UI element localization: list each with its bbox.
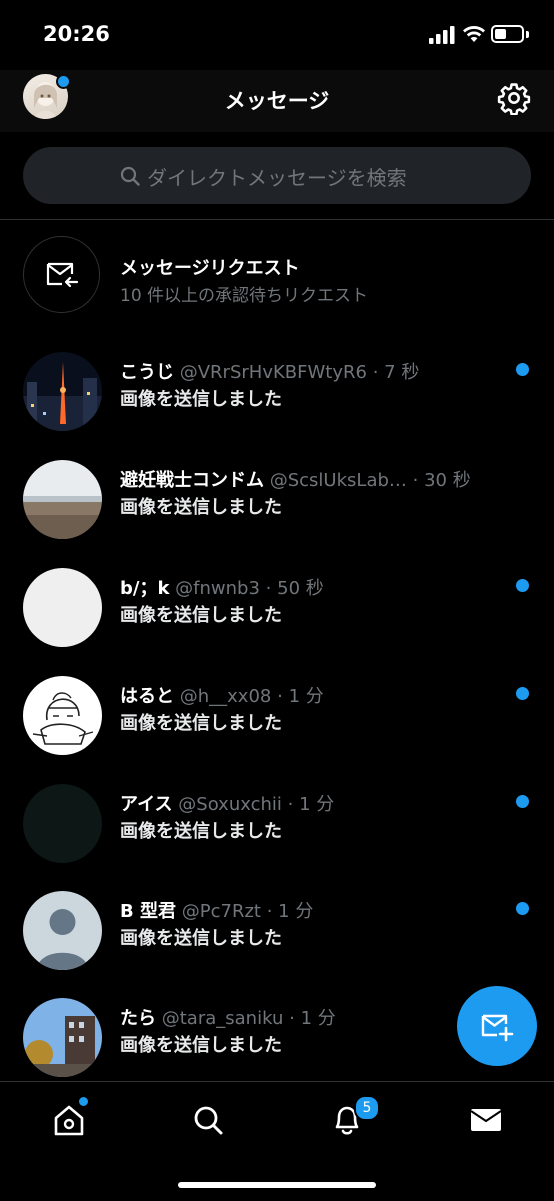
separator-dot: ·	[265, 578, 272, 599]
conversation-avatar	[23, 998, 102, 1077]
conversation-handle: @h__xx08	[179, 686, 272, 707]
envelope-arrow-icon	[46, 262, 79, 288]
conversation-avatar	[23, 460, 102, 539]
separator-dot: ·	[266, 901, 273, 922]
conversation-name: こうじ	[120, 362, 174, 383]
conversation-header: たら @tara_saniku · 1 分	[120, 1004, 510, 1030]
default-avatar-icon	[23, 891, 102, 970]
status-time: 20:26	[43, 22, 110, 46]
conversation-row[interactable]: こうじ @VRrSrHvKBFWtyR6 · 7 秒 画像を送信しました	[0, 352, 554, 460]
conversation-header: はると @h__xx08 · 1 分	[120, 682, 510, 708]
unread-dot	[516, 795, 529, 808]
conversation-row[interactable]: B 型君 @Pc7Rzt · 1 分 画像を送信しました	[0, 891, 554, 999]
separator-dot: ·	[372, 362, 379, 383]
separator-dot: ·	[287, 794, 294, 815]
conversation-avatar	[23, 676, 102, 755]
conversation-header: B 型君 @Pc7Rzt · 1 分	[120, 897, 510, 923]
separator-dot: ·	[277, 686, 283, 707]
top-app-bar: メッセージ	[0, 70, 554, 132]
notification-count-badge: 5	[354, 1095, 380, 1121]
gear-icon[interactable]	[497, 81, 531, 115]
conversation-avatar	[23, 784, 102, 863]
search-icon	[120, 166, 140, 186]
new-message-button[interactable]	[457, 986, 537, 1066]
conversation-avatar	[23, 568, 102, 647]
unread-dot	[516, 579, 529, 592]
conversation-name: たら	[120, 1008, 156, 1029]
conversation-time: 1 分	[299, 794, 335, 815]
search-field[interactable]: ダイレクトメッセージを検索	[23, 147, 531, 204]
conversation-header: こうじ @VRrSrHvKBFWtyR6 · 7 秒	[120, 358, 510, 384]
conversation-name: b/；k	[120, 578, 170, 599]
unread-dot	[516, 687, 529, 700]
conversation-handle: @fnwnb3	[175, 578, 260, 599]
conversation-row[interactable]: 避妊戦士コンドム @ScslUksLab… · 30 秒 画像を送信しました	[0, 460, 554, 568]
conversation-preview: 画像を送信しました	[120, 1035, 282, 1056]
battery-icon	[491, 25, 524, 43]
nav-search[interactable]	[188, 1100, 228, 1140]
conversation-preview: 画像を送信しました	[120, 389, 282, 410]
status-bar: 20:26	[0, 0, 554, 70]
conversation-header: アイス @Soxuxchii · 1 分	[120, 790, 510, 816]
cellular-signal-icon	[429, 26, 455, 44]
mail-icon	[470, 1109, 502, 1131]
conversation-preview: 画像を送信しました	[120, 497, 282, 518]
conversation-time: 7 秒	[384, 362, 420, 383]
home-indicator	[178, 1182, 376, 1188]
conversation-time: 1 分	[288, 686, 324, 707]
message-request-icon-circle	[23, 236, 100, 313]
message-requests-title: メッセージリクエスト	[120, 258, 300, 279]
new-message-icon	[481, 1014, 514, 1042]
conversation-handle: @tara_saniku	[161, 1008, 284, 1029]
conversation-name: アイス	[120, 794, 173, 815]
conversation-row[interactable]: b/；k @fnwnb3 · 50 秒 画像を送信しました	[0, 568, 554, 676]
conversation-handle: @VRrSrHvKBFWtyR6	[179, 362, 367, 383]
conversation-preview: 画像を送信しました	[120, 713, 282, 734]
page-title: メッセージ	[224, 89, 330, 113]
search-icon	[194, 1106, 223, 1135]
conversation-name: はると	[120, 686, 174, 707]
conversation-time: 50 秒	[277, 578, 324, 599]
conversation-handle: @Soxuxchii	[178, 794, 282, 815]
conversation-name: 避妊戦士コンドム	[120, 470, 264, 491]
separator-dot: ·	[289, 1008, 295, 1029]
conversation-preview: 画像を送信しました	[120, 605, 282, 626]
battery-tip	[526, 31, 529, 38]
search-placeholder: ダイレクトメッセージを検索	[147, 166, 407, 190]
nav-messages[interactable]	[466, 1100, 506, 1140]
conversation-time: 1 分	[278, 901, 314, 922]
message-requests-subtitle: 10 件以上の承認待ちリクエスト	[120, 286, 369, 306]
separator-dot: ·	[412, 470, 419, 491]
conversation-preview: 画像を送信しました	[120, 821, 282, 842]
home-notification-dot	[77, 1095, 90, 1108]
unread-dot	[516, 902, 529, 915]
conversation-time: 30 秒	[424, 470, 471, 491]
conversation-header: 避妊戦士コンドム @ScslUksLab… · 30 秒	[120, 466, 510, 492]
conversation-preview: 画像を送信しました	[120, 928, 282, 949]
conversation-avatar	[23, 352, 102, 431]
conversation-name: B 型君	[120, 901, 176, 922]
wifi-icon	[463, 26, 485, 42]
conversation-handle: @Pc7Rzt	[181, 901, 261, 922]
conversation-handle: @ScslUksLab…	[269, 470, 407, 491]
unread-dot	[516, 363, 529, 376]
conversation-row[interactable]: はると @h__xx08 · 1 分 画像を送信しました	[0, 676, 554, 784]
conversation-header: b/；k @fnwnb3 · 50 秒	[120, 574, 510, 600]
conversation-row[interactable]: アイス @Soxuxchii · 1 分 画像を送信しました	[0, 784, 554, 892]
conversation-time: 1 分	[300, 1008, 336, 1029]
divider	[0, 219, 554, 220]
